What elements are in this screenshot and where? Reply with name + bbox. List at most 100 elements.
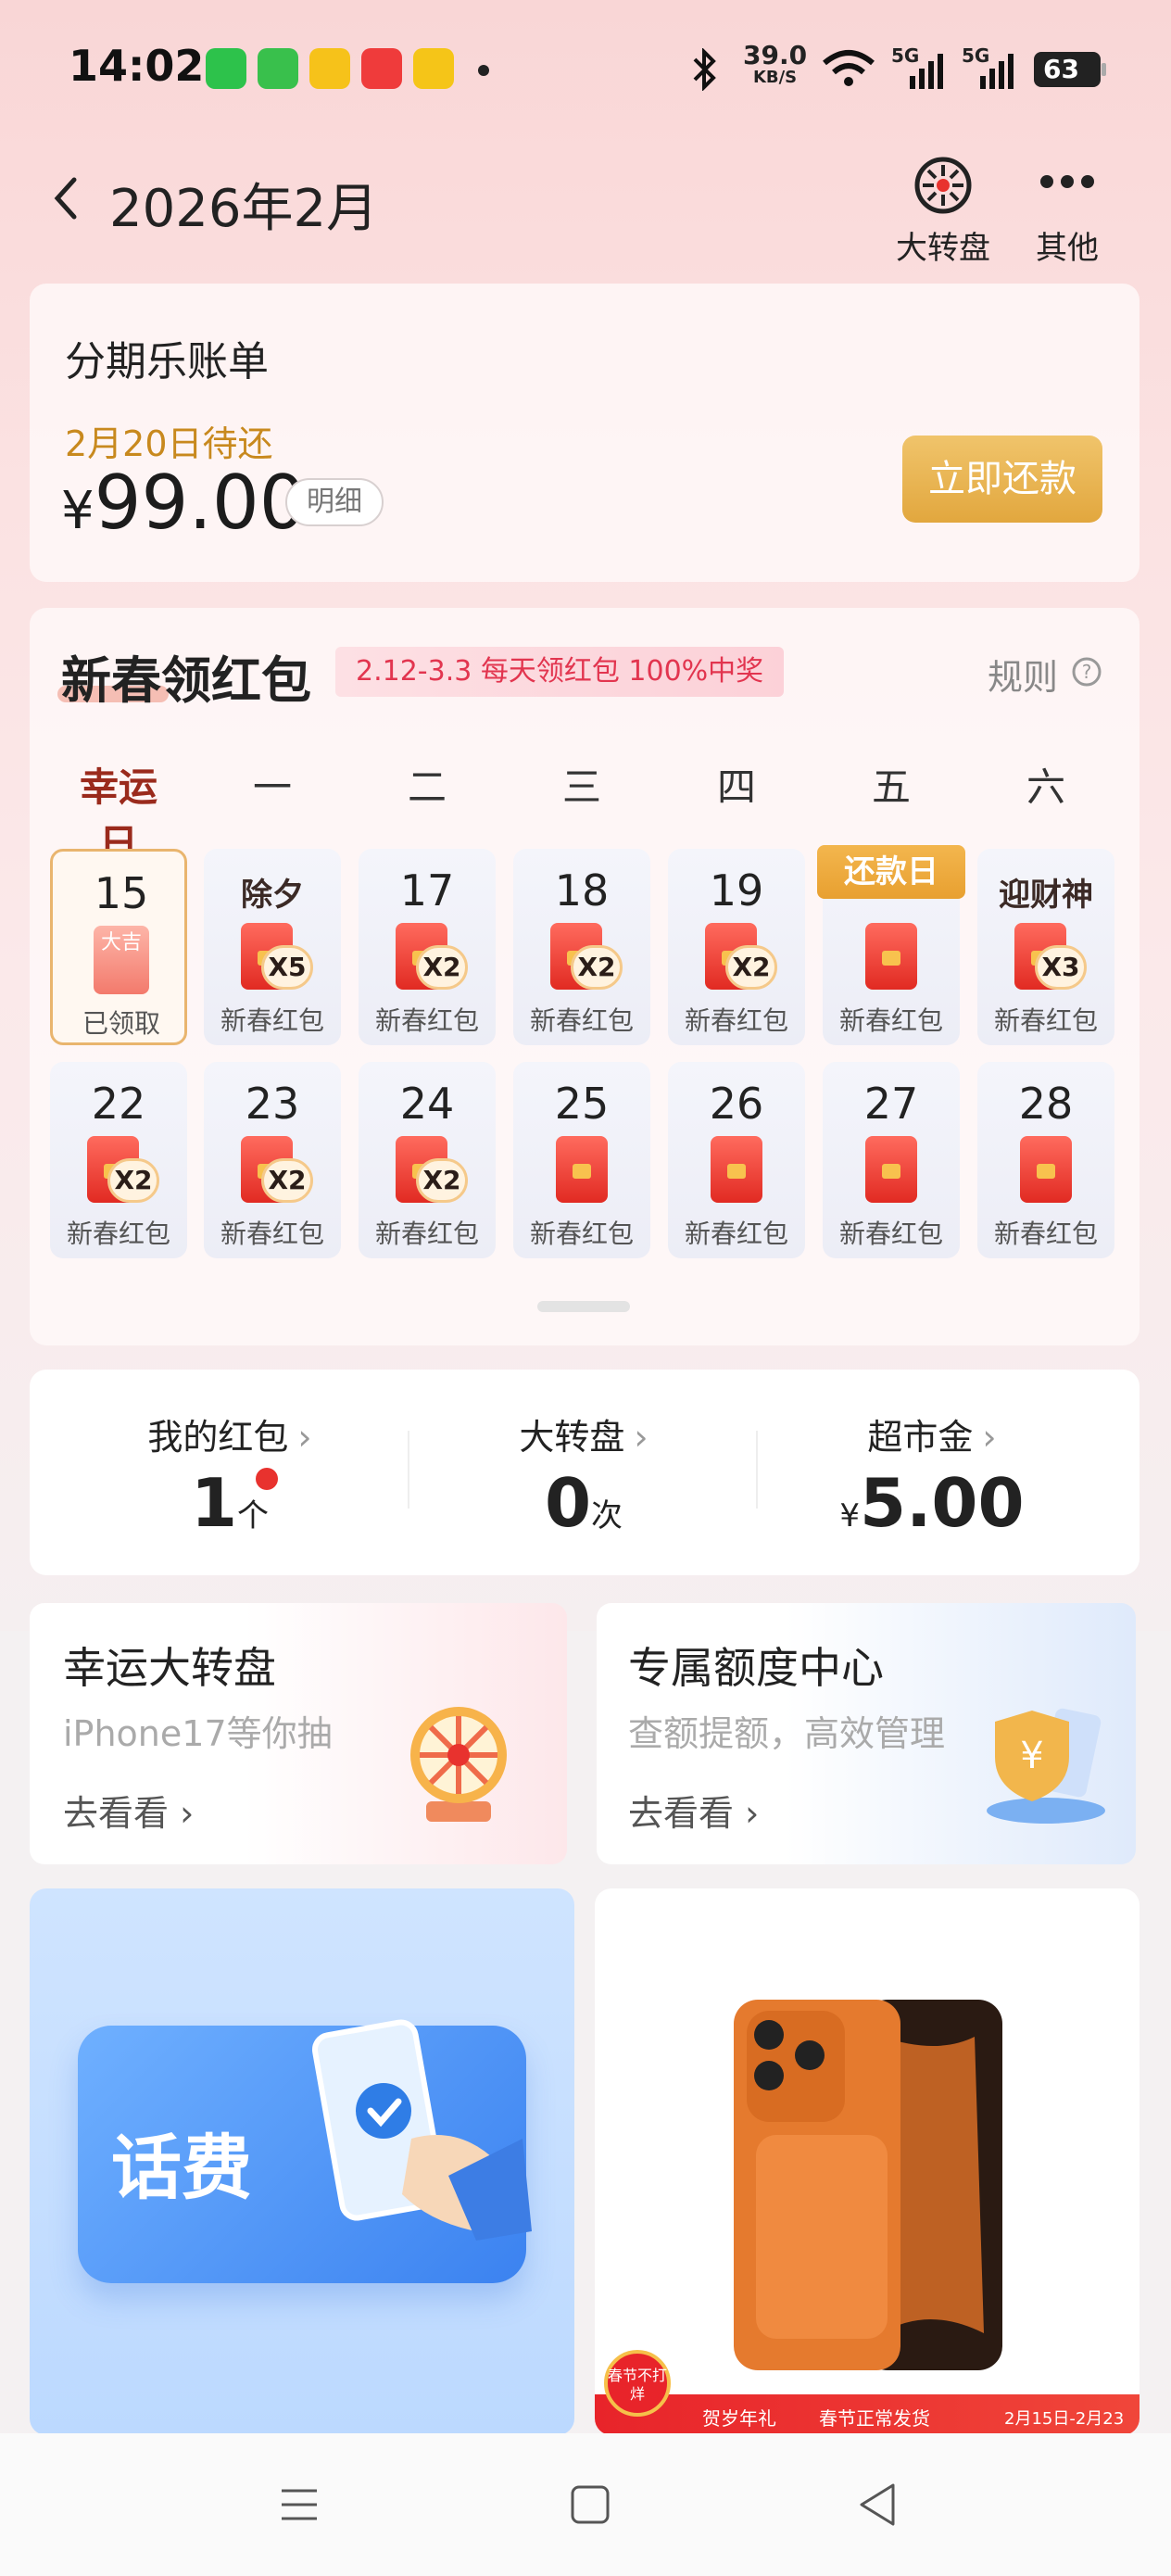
calendar-day[interactable]: 迎财神 X3 新春红包 [977,849,1114,1045]
weekday-label: 六 [1026,764,1065,810]
promo-banner: 2.12-3.3 每天领红包 100%中奖 [335,647,785,697]
red-envelope-icon [556,1136,608,1203]
music-icon [361,48,402,89]
weekday-label: 四 [716,764,756,810]
credit-center-card[interactable]: 专属额度中心 查额提额，高效管理 去看看 › ¥ [597,1603,1136,1864]
calendar-day[interactable]: 25 新春红包 [513,1062,650,1258]
day-number: 24 [399,1079,455,1129]
chevron-right-icon: › [982,1417,997,1458]
messages-icon [258,48,298,89]
calendar-day[interactable]: 除夕 X5 新春红包 [204,849,341,1045]
calendar-day[interactable]: 17 X2 新春红包 [359,849,496,1045]
signal-icon-2 [980,54,1014,89]
credit-center-title: 专属额度中心 [628,1643,884,1693]
back-icon[interactable] [856,2481,899,2528]
day-number: 28 [1018,1079,1074,1129]
more-button[interactable]: 其他 [1012,148,1123,267]
day-caption: 新春红包 [529,1005,634,1036]
rules-link[interactable]: 规则 [988,649,1058,700]
calendar-day[interactable]: 还款日 新春红包 [817,845,965,1045]
due-date: 2月20日待还 [65,423,273,464]
badge-new-year: 春节不打烊 [604,2350,671,2417]
lucky-wheel-subtitle: iPhone17等你抽 [63,1713,333,1754]
wheel-button[interactable]: 大转盘 [888,148,999,267]
day-caption: 新春红包 [529,1219,634,1249]
day-number: 19 [709,865,764,915]
weekday-label: 一 [252,764,292,810]
home-icon[interactable] [569,2483,611,2526]
day-number: 25 [554,1079,610,1129]
day-caption: 新春红包 [838,1005,943,1036]
phone-bill-banner[interactable]: 话费 [30,1888,574,2435]
day-caption: 新春红包 [684,1005,788,1036]
day-caption: 新春红包 [684,1219,788,1249]
divider [408,1431,409,1509]
red-envelope-icon [711,1136,762,1203]
day-number: 22 [91,1079,146,1129]
wheel-count-link[interactable]: 大转盘 › [435,1408,732,1459]
notification-dot [256,1468,278,1490]
day-tag: 迎财神 [999,877,1093,914]
multiplier-badge: X2 [416,1158,468,1203]
day-caption: 新春红包 [993,1005,1098,1036]
bill-title: 分期乐账单 [65,338,269,385]
calendar-day[interactable]: 19 X2 新春红包 [668,849,805,1045]
detail-button[interactable]: 明细 [285,478,384,526]
credit-center-link[interactable]: 去看看 › [628,1785,759,1836]
menu-icon[interactable] [278,2483,321,2526]
day-tag: 除夕 [241,877,304,914]
wechat-icon [206,48,246,89]
credit-center-subtitle: 查额提额，高效管理 [628,1713,946,1754]
red-envelope-icon [865,1136,917,1203]
claimed-envelope-icon: 大吉 [94,926,149,994]
lucky-wheel-title: 幸运大转盘 [63,1643,276,1693]
day-caption: 新春红包 [220,1219,324,1249]
battery-indicator: 63 [1034,52,1106,87]
app-notification-icon [309,48,350,89]
phone-check-icon [312,2019,532,2241]
calendar-day[interactable]: 18 X2 新春红包 [513,849,650,1045]
lucky-wheel-card[interactable]: 幸运大转盘 iPhone17等你抽 去看看 › [30,1603,567,1864]
day-number: 18 [554,865,610,915]
pay-now-button[interactable]: 立即还款 [902,436,1102,523]
lucky-wheel-link[interactable]: 去看看 › [63,1785,194,1836]
multiplier-badge: X2 [261,1158,313,1203]
weekday-label: 三 [561,764,601,810]
svg-text:¥: ¥ [1020,1735,1043,1777]
day-caption: 已领取 [82,1008,160,1039]
wheel-icon [914,157,972,214]
iphone-banner[interactable]: 春节不打烊 贺岁年礼 春节正常发货 2月15日-2月23日 [595,1888,1140,2435]
divider [756,1431,758,1509]
day-caption: 新春红包 [838,1219,943,1249]
multiplier-badge: X3 [1035,945,1087,990]
supermarket-gold-link[interactable]: 超市金 › [784,1408,1080,1459]
chevron-right-icon: › [634,1417,648,1458]
multiplier-badge: X5 [261,945,313,990]
clock: 14:02 [69,41,205,91]
promo-strip-text-1: 贺岁年礼 [702,2407,776,2430]
calendar-day[interactable]: 26 新春红包 [668,1062,805,1258]
calendar-day[interactable]: 28 新春红包 [977,1062,1114,1258]
calendar-day[interactable]: 23 X2 新春红包 [204,1062,341,1258]
day-number: 15 [94,868,149,918]
help-icon[interactable]: ? [1071,656,1102,688]
my-redpacket-link[interactable]: 我的红包 › [82,1408,378,1459]
new-year-title: 新春领红包 [61,651,311,710]
day-number: 26 [709,1079,764,1129]
calendar-day[interactable]: 24 X2 新春红包 [359,1062,496,1258]
day-number: 27 [863,1079,919,1129]
calendar-day[interactable]: 15 大吉已领取 [50,849,187,1045]
day-caption: 新春红包 [220,1005,324,1036]
calendar-day[interactable]: 27 新春红包 [823,1062,960,1258]
red-envelope-icon [1020,1136,1072,1203]
bluetooth-icon [693,48,716,91]
day-caption: 新春红包 [374,1005,479,1036]
calendar-day[interactable]: 22 X2 新春红包 [50,1062,187,1258]
my-redpacket-count: 1个 [190,1464,270,1542]
network-speed: 39.0 KB/S [743,40,808,87]
smartphone-product-image [734,2000,1002,2370]
shield-coin-icon: ¥ [987,1708,1105,1824]
system-navigation-bar [0,2433,1171,2576]
weekday-label: 二 [407,764,447,810]
back-arrow-icon[interactable] [48,172,85,224]
